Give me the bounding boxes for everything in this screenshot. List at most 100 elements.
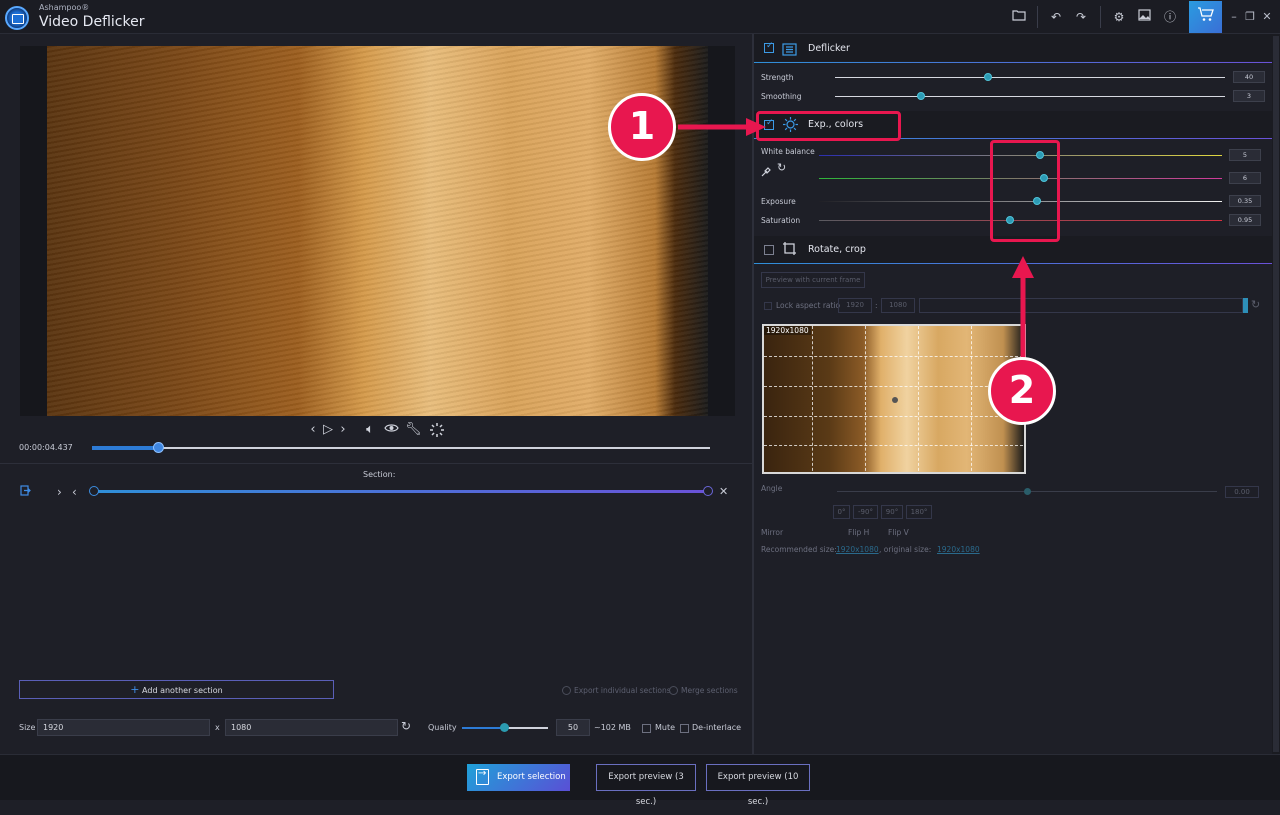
redo-icon[interactable]: ↷ — [1073, 9, 1089, 25]
app-brand: Ashampoo® — [39, 3, 90, 12]
smoothing-slider-handle[interactable] — [917, 92, 925, 100]
deinterlace-checkbox[interactable] — [680, 724, 689, 733]
angle-180-button[interactable]: 180° — [906, 505, 932, 519]
export-preview-3-button[interactable]: Export preview (3 sec.) — [596, 764, 696, 807]
smoothing-slider[interactable] — [835, 96, 1225, 97]
info-icon[interactable]: ⓘ — [1162, 9, 1178, 25]
section-prev-icon[interactable]: ‹ — [72, 485, 77, 499]
merge-sections-radio[interactable] — [669, 686, 678, 695]
timeline-handle[interactable] — [153, 442, 164, 453]
section-divider — [0, 463, 752, 464]
strength-value[interactable]: 40 — [1233, 71, 1265, 83]
aspect-width-input[interactable]: 1920 — [838, 298, 872, 313]
width-input[interactable]: 1920 — [37, 719, 210, 736]
minimize-icon[interactable]: – — [1226, 9, 1242, 25]
header-underline — [754, 62, 1272, 63]
cart-icon[interactable] — [1189, 1, 1222, 33]
height-input[interactable]: 1080 — [225, 719, 398, 736]
add-section-button[interactable]: + Add another section — [19, 680, 334, 699]
section-start-handle[interactable] — [89, 486, 99, 496]
image-icon[interactable] — [1136, 9, 1152, 25]
eye-icon[interactable] — [383, 422, 399, 438]
wrench-icon[interactable]: 🔧︎ — [405, 422, 422, 438]
saturation-label: Saturation — [761, 216, 801, 225]
section-range-bar[interactable] — [94, 490, 708, 493]
smoothing-value[interactable]: 3 — [1233, 90, 1265, 102]
angle-slider-handle[interactable] — [1024, 488, 1031, 495]
aspect-height-input[interactable]: 1080 — [881, 298, 915, 313]
export-individual-radio[interactable] — [562, 686, 571, 695]
next-frame-icon[interactable]: › — [335, 422, 351, 438]
section-close-icon[interactable]: ✕ — [719, 485, 728, 498]
rotate-crop-title: Rotate, crop — [808, 244, 866, 255]
play-icon[interactable]: ▷ — [320, 422, 336, 438]
size-label: Size — [19, 723, 36, 732]
section-export-icon[interactable] — [20, 485, 32, 497]
annotation-marker-1: 1 — [608, 93, 676, 161]
crop-icon — [782, 241, 797, 260]
section-end-handle[interactable] — [703, 486, 713, 496]
prev-frame-icon[interactable]: ‹ — [305, 422, 321, 438]
timecode: 00:00:04.437 — [19, 443, 73, 452]
saturation-value[interactable]: 0.95 — [1229, 214, 1261, 226]
scrollbar-thumb[interactable] — [1273, 36, 1279, 752]
annotation-marker-2: 2 — [988, 357, 1056, 425]
eyedropper-icon[interactable] — [761, 162, 772, 181]
aspect-preset-dropdown[interactable] — [919, 298, 1243, 313]
rotate-crop-checkbox[interactable] — [764, 245, 774, 255]
app-title: Video Deflicker — [39, 14, 145, 30]
toolbar-separator — [1037, 6, 1038, 28]
reset-white-balance-icon[interactable]: ↻ — [777, 161, 786, 174]
crop-grid-line — [764, 445, 1024, 446]
flip-v-button[interactable]: Flip V — [888, 528, 909, 537]
folder-icon[interactable] — [1011, 9, 1027, 25]
restore-icon[interactable]: ❐ — [1242, 9, 1258, 25]
reset-crop-icon[interactable]: ↻ — [1251, 298, 1260, 311]
undo-icon[interactable]: ↶ — [1048, 9, 1064, 25]
crop-grid-line — [971, 326, 972, 472]
quality-slider-fill — [462, 727, 505, 729]
reset-size-icon[interactable]: ↻ — [401, 719, 411, 733]
exposure-value[interactable]: 0.35 — [1229, 195, 1261, 207]
crop-center-handle[interactable] — [892, 397, 898, 403]
recommended-size-link[interactable]: 1920x1080 — [836, 545, 879, 554]
angle-value[interactable]: 0.00 — [1225, 486, 1259, 498]
export-preview-10-button[interactable]: Export preview (10 sec.) — [706, 764, 810, 807]
mute-checkbox[interactable] — [642, 724, 651, 733]
crop-grid-line — [764, 356, 1024, 357]
close-icon[interactable]: ✕ — [1259, 9, 1275, 25]
deflicker-checkbox[interactable] — [764, 41, 774, 53]
settings-icon[interactable]: ⚙ — [1111, 9, 1127, 25]
loading-icon — [429, 422, 445, 438]
recommended-size-label: Recommended size: — [761, 545, 837, 554]
preview-current-frame-button[interactable]: Preview with current frame — [761, 272, 865, 288]
wb1-value[interactable]: 5 — [1229, 149, 1261, 161]
crop-grid-line — [865, 326, 866, 472]
original-size-link[interactable]: 1920x1080 — [937, 545, 980, 554]
crop-preview[interactable]: 1920x1080 — [762, 324, 1026, 474]
export-individual-label: Export individual sections — [574, 686, 671, 695]
app-logo-icon — [5, 6, 29, 30]
crop-grid-line — [918, 326, 919, 472]
export-icon — [476, 768, 489, 785]
angle-0-button[interactable]: 0° — [833, 505, 850, 519]
deinterlace-label: De-interlace — [692, 723, 742, 732]
volume-icon[interactable]: 🔈︎ — [362, 422, 378, 438]
flip-h-button[interactable]: Flip H — [848, 528, 869, 537]
timeline-track[interactable] — [92, 447, 710, 449]
annotation-arrow-1 — [678, 118, 766, 136]
section-next-icon[interactable]: › — [57, 485, 62, 499]
quality-slider-handle[interactable] — [500, 723, 509, 732]
lock-aspect-checkbox[interactable] — [764, 302, 772, 310]
plus-icon: + — [130, 683, 140, 696]
dropdown-arrow-icon[interactable] — [1243, 298, 1248, 313]
section-label: Section: — [363, 470, 396, 479]
angle-90-button[interactable]: 90° — [881, 505, 903, 519]
strength-slider[interactable] — [835, 77, 1225, 78]
quality-value[interactable]: 50 — [556, 719, 590, 736]
original-size-label: , original size: — [879, 545, 932, 554]
wb2-value[interactable]: 6 — [1229, 172, 1261, 184]
size-separator: x — [215, 723, 220, 732]
angle-minus90-button[interactable]: -90° — [853, 505, 878, 519]
strength-slider-handle[interactable] — [984, 73, 992, 81]
